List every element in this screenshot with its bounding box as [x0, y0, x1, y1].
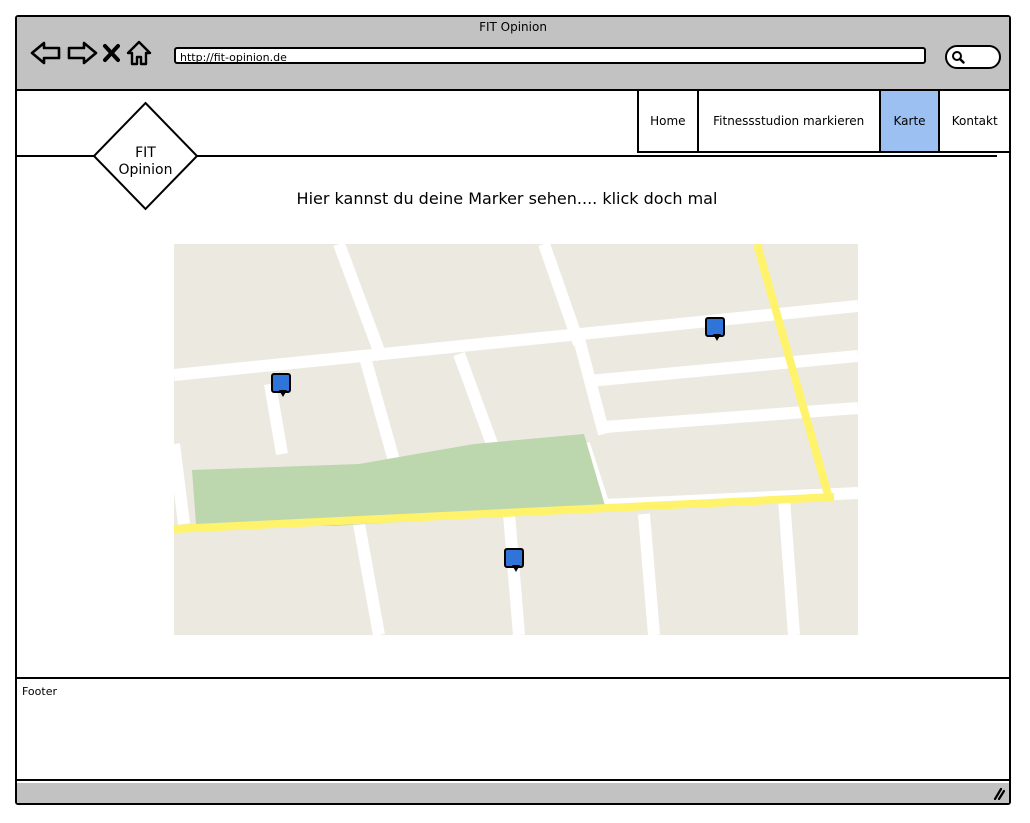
address-bar[interactable]: http://fit-opinion.de: [174, 47, 926, 64]
search-icon: [952, 51, 965, 64]
map-view[interactable]: [174, 244, 858, 635]
nav-item-home[interactable]: Home: [639, 91, 699, 151]
map-tiles: [174, 244, 858, 635]
nav-item-fitnessstudio-markieren[interactable]: Fitnessstudion markieren: [699, 91, 881, 151]
site-footer: Footer: [17, 677, 1011, 781]
map-marker[interactable]: [271, 373, 291, 397]
site-header: FIT Opinion Home Fitnessstudion markiere…: [17, 91, 1011, 211]
browser-window: FIT Opinion http://fit-opinion.de FIT Op…: [15, 15, 1011, 805]
browser-nav-icons: [29, 39, 153, 69]
back-icon[interactable]: [29, 39, 63, 67]
browser-titlebar: FIT Opinion http://fit-opinion.de: [17, 17, 1009, 91]
footer-label: Footer: [22, 685, 57, 698]
home-icon[interactable]: [125, 39, 153, 67]
browser-search-field[interactable]: [945, 45, 1001, 69]
forward-icon[interactable]: [65, 39, 99, 67]
nav-item-karte[interactable]: Karte: [880, 91, 941, 151]
window-title: FIT Opinion: [479, 20, 547, 34]
resize-grip-icon[interactable]: [989, 786, 1005, 800]
nav-item-kontakt[interactable]: Kontakt: [940, 91, 1009, 151]
main-navigation: Home Fitnessstudion markieren Karte Kont…: [637, 91, 1011, 153]
logo-text: FIT Opinion: [118, 145, 173, 178]
close-icon[interactable]: [101, 39, 123, 67]
map-marker[interactable]: [705, 317, 725, 341]
page-headline: Hier kannst du deine Marker sehen.... kl…: [296, 189, 718, 208]
browser-statusbar: [17, 783, 1009, 803]
map-marker[interactable]: [504, 548, 524, 572]
